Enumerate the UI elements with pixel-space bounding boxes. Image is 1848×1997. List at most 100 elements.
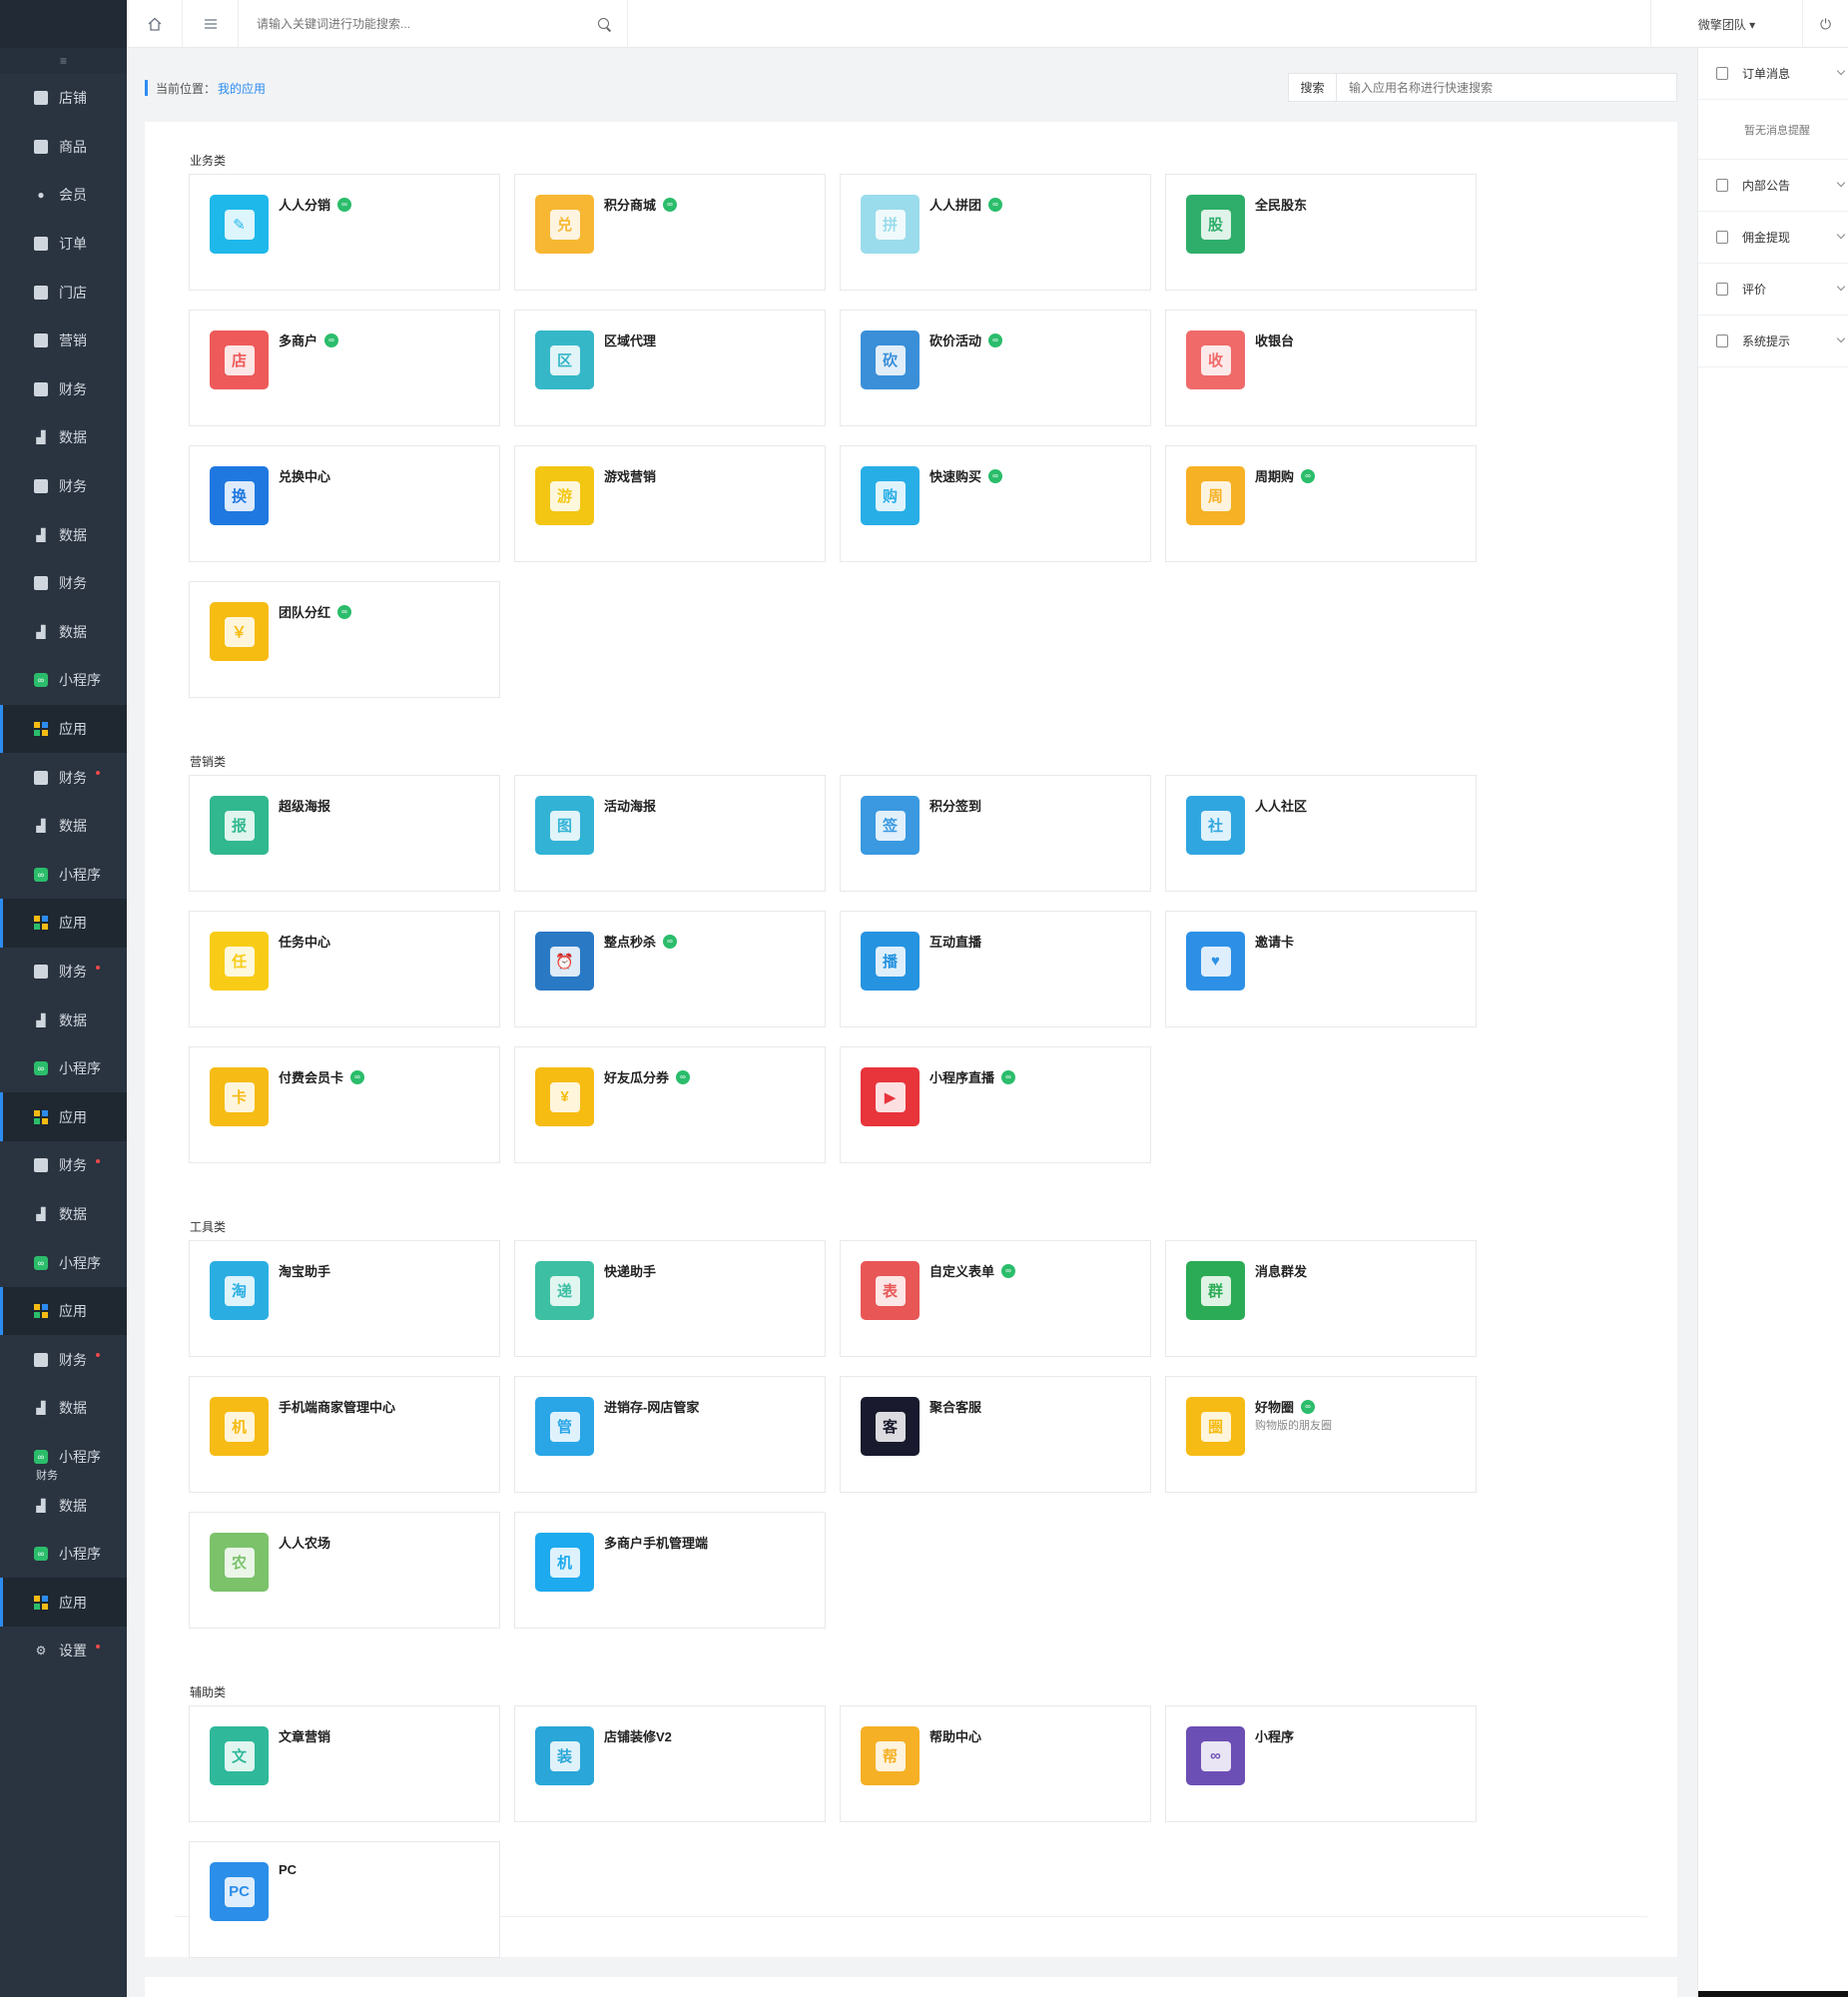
app-card[interactable]: ▶ 小程序直播 ∞ (840, 1046, 1151, 1163)
miniprogram-badge-icon: ∞ (1301, 1399, 1316, 1414)
app-card[interactable]: 帮 帮助中心 (840, 1705, 1151, 1822)
app-card[interactable]: 任 任务中心 (189, 911, 500, 1027)
app-card[interactable]: 表 自定义表单 ∞ (840, 1240, 1151, 1357)
app-card[interactable]: ✎ 人人分销 ∞ (189, 174, 500, 291)
app-name-text: 手机端商家管理中心 (279, 1400, 396, 1415)
sidebar-item[interactable]: 财务 (0, 753, 127, 802)
sidebar-item[interactable]: ▟ 数据 (0, 608, 127, 657)
app-card[interactable]: 兑 积分商城 ∞ (514, 174, 826, 291)
app-card[interactable]: ¥ 好友瓜分券 ∞ (514, 1046, 826, 1163)
sidebar-item[interactable]: ▟ 数据 (0, 1481, 127, 1530)
sidebar-item[interactable]: ⚙ 设置 (0, 1627, 127, 1675)
sidebar-item[interactable]: 商品 (0, 123, 127, 172)
app-name: 互动直播 (929, 932, 981, 951)
app-card[interactable]: ∞ 小程序 (1165, 1705, 1477, 1822)
app-card[interactable]: 股 全民股东 (1165, 174, 1477, 291)
app-card[interactable]: 拼 人人拼团 ∞ (840, 174, 1151, 291)
app-card[interactable]: 店 多商户 ∞ (189, 310, 500, 426)
app-card[interactable]: 收 收银台 (1165, 310, 1477, 426)
app-card[interactable]: PC PC (189, 1841, 500, 1958)
app-card[interactable]: 卡 付费会员卡 ∞ (189, 1046, 500, 1163)
sidebar-item[interactable]: ▟ 数据 (0, 996, 127, 1044)
finance-icon (34, 381, 48, 396)
sidebar-item[interactable]: ∞ 小程序 (0, 1044, 127, 1093)
sidebar-item[interactable]: ▟ 数据 (0, 510, 127, 559)
app-card[interactable]: ￥ 团队分红 ∞ (189, 581, 500, 698)
app-card[interactable]: 区 区域代理 (514, 310, 826, 426)
app-card[interactable]: 周 周期购 ∞ (1165, 445, 1477, 562)
chevron-down-icon[interactable] (1836, 282, 1846, 292)
chevron-down-icon[interactable] (1836, 333, 1846, 343)
app-card[interactable]: 淘 淘宝助手 (189, 1240, 500, 1357)
chevron-down-icon[interactable] (1836, 66, 1846, 76)
sidebar-item[interactable]: 应用 (0, 1286, 127, 1336)
app-card[interactable]: 换 兑换中心 (189, 445, 500, 562)
sidebar-item[interactable]: ▟ 数据 (0, 1190, 127, 1239)
message-panel-label: 订单消息 (1742, 67, 1791, 81)
search-icon[interactable] (597, 17, 611, 31)
app-card[interactable]: 砍 砍价活动 ∞ (840, 310, 1151, 426)
sidebar-item[interactable]: 营销 (0, 317, 127, 365)
sidebar-item[interactable]: ∞ 小程序 (0, 1238, 127, 1287)
sidebar-item[interactable]: ● 会员 (0, 171, 127, 220)
sidebar-item[interactable]: ▟ 数据 (0, 1384, 127, 1433)
sidebar-toggle-icon[interactable]: ≡ (0, 48, 127, 74)
app-card[interactable]: 农 人人农场 (189, 1512, 500, 1629)
sidebar-item[interactable]: ∞ 小程序 (0, 656, 127, 705)
sidebar-item[interactable]: 财务 (0, 462, 127, 511)
message-panel-row[interactable]: 评价 (1698, 264, 1848, 316)
message-panel-row[interactable]: 系统提示 (1698, 316, 1848, 367)
app-card[interactable]: 圈 好物圈 ∞ 购物版的朋友圈 (1165, 1376, 1477, 1493)
message-panel-row[interactable]: 内部公告 (1698, 160, 1848, 212)
app-card[interactable]: 社 人人社区 (1165, 775, 1477, 892)
app-card[interactable]: 游 游戏营销 (514, 445, 826, 562)
app-name: 游戏营销 (604, 466, 656, 485)
sidebar-item[interactable]: 应用 (0, 704, 127, 754)
app-card[interactable]: 机 多商户手机管理端 (514, 1512, 826, 1629)
app-card[interactable]: 递 快递助手 (514, 1240, 826, 1357)
sidebar-item[interactable]: 财务 (0, 1141, 127, 1190)
sidebar-item[interactable]: 应用 (0, 1578, 127, 1627)
app-card[interactable]: ♥ 邀请卡 (1165, 911, 1477, 1027)
app-card[interactable]: ⏰ 整点秒杀 ∞ (514, 911, 826, 1027)
sidebar-item[interactable]: 应用 (0, 899, 127, 948)
app-search-button[interactable]: 搜索 (1289, 74, 1337, 101)
app-card[interactable]: 购 快速购买 ∞ (840, 445, 1151, 562)
sidebar-item[interactable]: 订单 (0, 220, 127, 269)
home-icon[interactable] (127, 0, 183, 48)
sidebar-item[interactable]: 应用 (0, 1092, 127, 1142)
chevron-down-icon[interactable] (1836, 178, 1846, 188)
sidebar-item[interactable]: ▟ 数据 (0, 802, 127, 851)
finance-icon (34, 1352, 48, 1367)
sidebar-item[interactable]: ∞ 小程序 (0, 851, 127, 900)
sidebar-item[interactable]: 门店 (0, 268, 127, 317)
app-search-input[interactable] (1337, 80, 1676, 95)
function-search-input[interactable] (257, 16, 597, 31)
app-card[interactable]: 管 进销存-网店管家 (514, 1376, 826, 1493)
breadcrumb-current[interactable]: 我的应用 (218, 80, 266, 97)
sidebar-item[interactable]: 财务 (0, 365, 127, 414)
message-panel-row[interactable]: 订单消息 (1698, 48, 1848, 100)
message-panel: 订单消息 暂无消息提醒 内部公告 佣金提现 评价 系统提示 (1697, 48, 1848, 1997)
app-card[interactable]: 文 文章营销 (189, 1705, 500, 1822)
user-dropdown[interactable]: 微擎团队 ▾ (1650, 0, 1802, 48)
app-card[interactable]: 图 活动海报 (514, 775, 826, 892)
app-card[interactable]: 机 手机端商家管理中心 (189, 1376, 500, 1493)
message-panel-row[interactable]: 佣金提现 (1698, 212, 1848, 264)
sidebar-item[interactable]: ▟ 数据 (0, 413, 127, 462)
app-card[interactable]: 报 超级海报 (189, 775, 500, 892)
chevron-down-icon[interactable] (1836, 230, 1846, 240)
app-card[interactable]: 签 积分签到 (840, 775, 1151, 892)
app-card[interactable]: 客 聚合客服 (840, 1376, 1151, 1493)
sidebar-item[interactable]: 财务 (0, 948, 127, 997)
power-icon[interactable]: ⏻ (1802, 0, 1848, 48)
sidebar-item[interactable]: 财务 (0, 559, 127, 608)
sidebar-item[interactable]: 店铺 (0, 74, 127, 123)
sidebar-item[interactable]: ∞ 小程序 财务 (0, 1433, 127, 1482)
app-card[interactable]: 群 消息群发 (1165, 1240, 1477, 1357)
app-card[interactable]: 装 店铺装修V2 (514, 1705, 826, 1822)
sidebar-item[interactable]: 财务 (0, 1335, 127, 1384)
app-card[interactable]: 播 互动直播 (840, 911, 1151, 1027)
sidebar-item[interactable]: ∞ 小程序 (0, 1530, 127, 1579)
menu-icon[interactable] (183, 0, 239, 48)
